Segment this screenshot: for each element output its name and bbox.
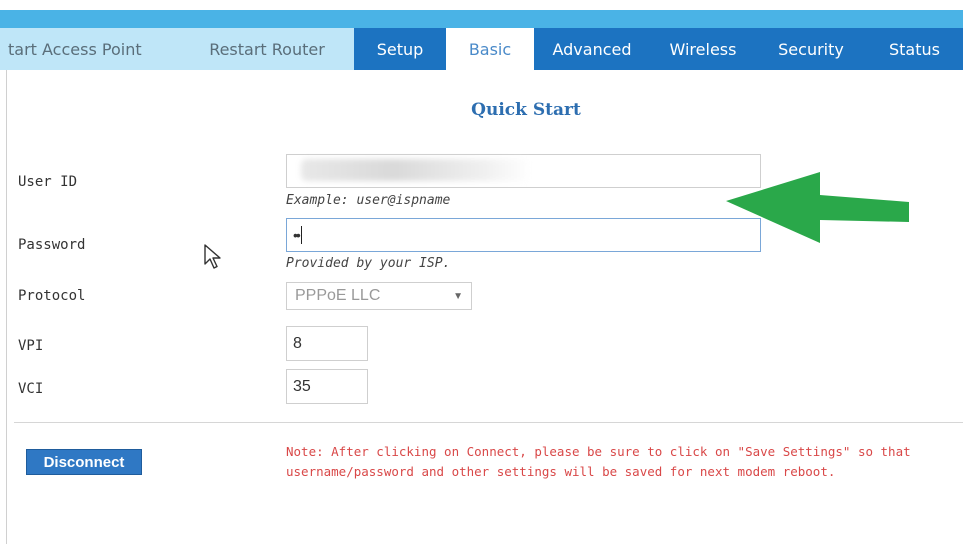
user-id-input[interactable]	[286, 154, 761, 188]
chevron-down-icon: ▼	[453, 290, 463, 302]
mouse-cursor-icon	[204, 244, 221, 269]
tab-basic[interactable]: Basic	[446, 28, 534, 70]
tab-setup[interactable]: Setup	[354, 28, 446, 70]
vci-input[interactable]: 35	[286, 369, 368, 404]
protocol-select[interactable]: PPPoE LLC ▼	[286, 282, 472, 310]
vci-label: VCI	[18, 381, 44, 397]
tab-restart-router[interactable]: Restart Router	[180, 28, 354, 70]
protocol-selected-value: PPPoE LLC	[295, 287, 381, 304]
tab-security[interactable]: Security	[756, 28, 866, 70]
content-left-border	[6, 70, 7, 544]
user-id-hint: Example: user@ispname	[286, 193, 451, 208]
green-arrow-icon	[726, 172, 909, 243]
tab-wireless[interactable]: Wireless	[650, 28, 756, 70]
blurred-user-id-value	[301, 159, 531, 181]
main-nav: tart Access Point Restart Router Setup B…	[0, 28, 963, 70]
tab-label: Setup	[376, 39, 424, 59]
tab-label: Basic	[468, 39, 512, 59]
password-value: ••	[293, 227, 301, 243]
vpi-value: 8	[293, 334, 302, 352]
section-divider	[14, 422, 963, 423]
tab-label: Advanced	[552, 39, 632, 59]
password-label: Password	[18, 237, 86, 253]
tab-label: Status	[889, 39, 940, 59]
note-line-2: username/password and other settings wil…	[286, 464, 836, 479]
password-input[interactable]: ••	[286, 218, 761, 252]
vpi-input[interactable]: 8	[286, 326, 368, 361]
user-id-label: User ID	[18, 174, 78, 190]
tab-label: Wireless	[669, 39, 737, 59]
save-settings-note: Note: After clicking on Connect, please …	[286, 442, 963, 482]
top-accent-strip	[0, 10, 963, 28]
tab-advanced[interactable]: Advanced	[534, 28, 650, 70]
page-title: Quick Start	[471, 100, 581, 120]
vpi-label: VPI	[18, 338, 44, 354]
tab-label: tart Access Point	[8, 39, 142, 59]
tab-status[interactable]: Status	[866, 28, 963, 70]
vci-value: 35	[293, 377, 311, 395]
disconnect-button[interactable]: Disconnect	[26, 449, 142, 475]
note-line-1: Note: After clicking on Connect, please …	[286, 444, 911, 459]
protocol-label: Protocol	[18, 288, 86, 304]
tab-restart-access-point[interactable]: tart Access Point	[0, 28, 180, 70]
tab-label: Restart Router	[209, 39, 325, 59]
tab-label: Security	[778, 39, 844, 59]
password-hint: Provided by your ISP.	[286, 256, 451, 271]
text-caret	[300, 226, 302, 244]
